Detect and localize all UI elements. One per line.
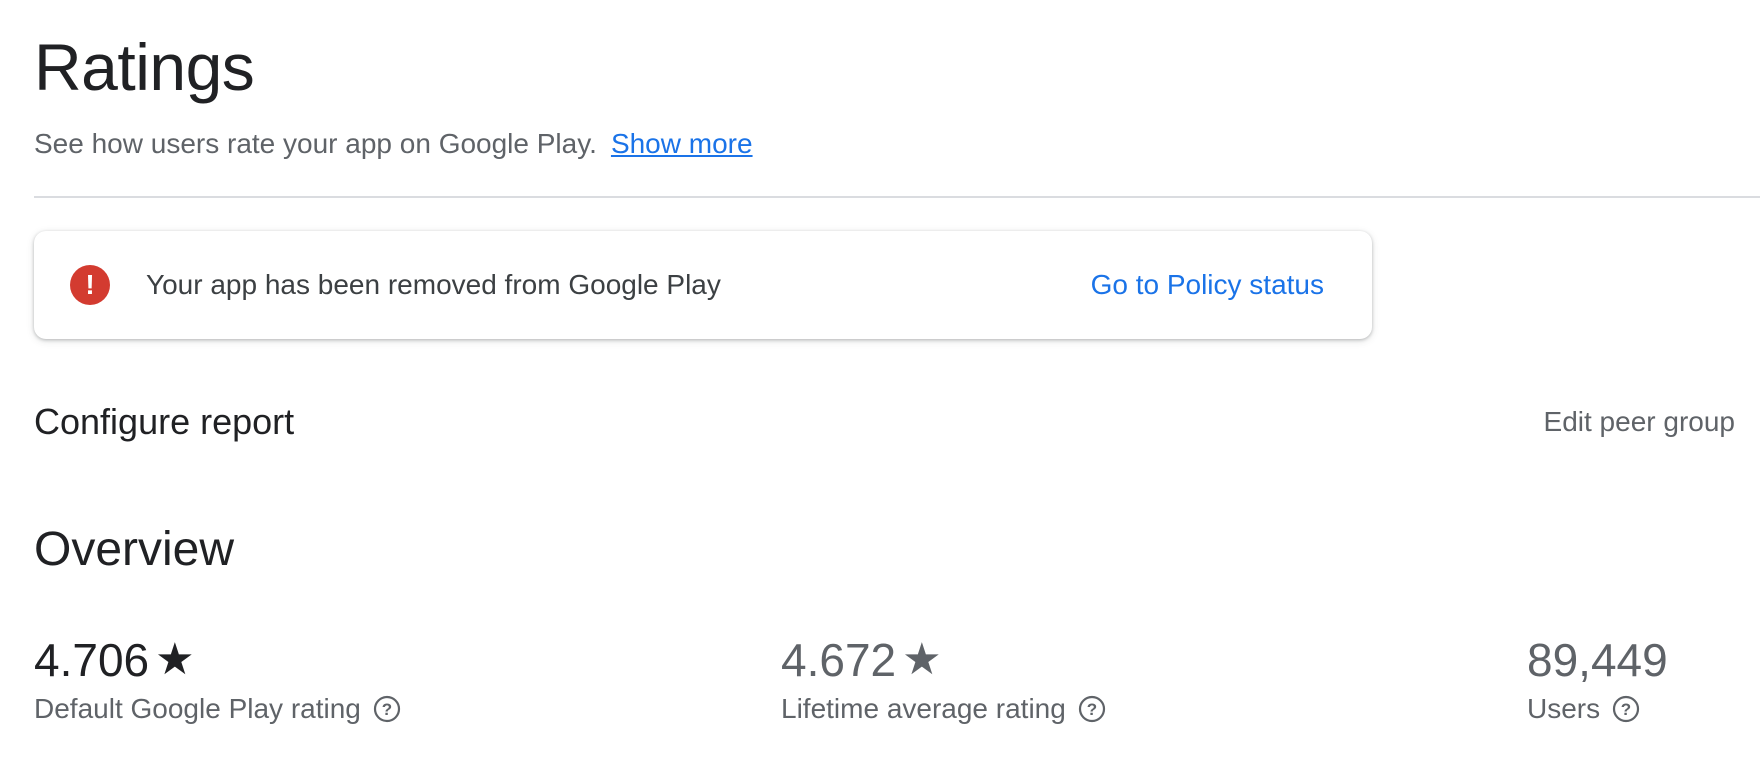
alert-message: Your app has been removed from Google Pl… [146,269,721,300]
metric-number: 4.672 [781,634,897,686]
configure-report-heading: Configure report [34,401,295,442]
edit-peer-group-button[interactable]: Edit peer group [1544,402,1735,442]
svg-text:?: ? [1621,700,1631,719]
metric-users: 89,449 Users ? [1527,632,1668,728]
help-icon[interactable]: ? [1078,695,1106,723]
metric-label: Default Google Play rating ? [34,690,401,728]
metric-label-text: Lifetime average rating [781,693,1066,724]
help-icon[interactable]: ? [1612,695,1640,723]
ratings-page: Ratings See how users rate your app on G… [34,0,1760,774]
metric-label: Lifetime average rating ? [781,690,1106,728]
svg-text:?: ? [382,700,392,719]
metric-label-text: Users [1527,693,1601,724]
error-icon: ! [70,265,110,305]
app-removed-alert: ! Your app has been removed from Google … [34,231,1372,339]
metric-number: 89,449 [1527,634,1668,686]
header-divider [34,196,1760,198]
svg-text:?: ? [1087,700,1097,719]
page-subtitle: See how users rate your app on Google Pl… [34,126,753,162]
metric-number: 4.706 [34,634,150,686]
star-icon: ★ [902,635,942,684]
metric-label-text: Default Google Play rating [34,693,361,724]
metric-value: 4.706 ★ [34,632,401,688]
star-icon: ★ [155,635,195,684]
help-icon[interactable]: ? [373,695,401,723]
page-title: Ratings [34,30,255,104]
metric-label: Users ? [1527,690,1668,728]
metric-value: 4.672 ★ [781,632,1106,688]
overview-heading: Overview [34,523,235,576]
metric-value: 89,449 [1527,632,1668,688]
subtitle-text: See how users rate your app on Google Pl… [34,128,597,159]
show-more-link[interactable]: Show more [611,128,753,159]
policy-status-link[interactable]: Go to Policy status [1091,265,1324,305]
metric-lifetime-rating: 4.672 ★ Lifetime average rating ? [781,632,1106,728]
metric-default-rating: 4.706 ★ Default Google Play rating ? [34,632,401,728]
